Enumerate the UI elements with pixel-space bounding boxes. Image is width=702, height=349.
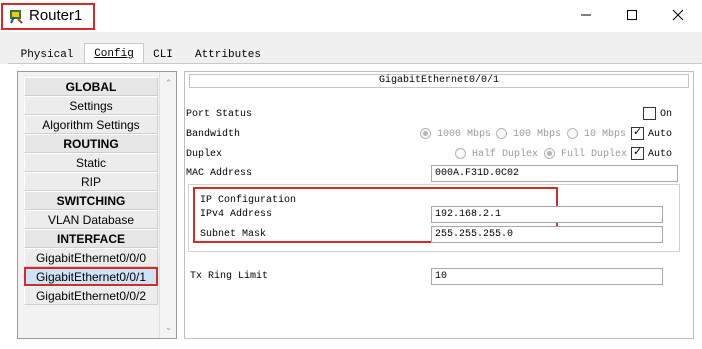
- bandwidth-100-radio[interactable]: [496, 128, 507, 139]
- ipv4-address-field[interactable]: 192.168.2.1: [431, 206, 663, 223]
- tab-strip: Physical Config CLI Attributes: [0, 32, 702, 64]
- ipv4-address-label: IPv4 Address: [200, 209, 273, 220]
- tab-label: Attributes: [194, 49, 261, 61]
- bandwidth-100-label: 100 Mbps: [513, 129, 562, 140]
- minimize-icon: [581, 14, 591, 16]
- subnet-mask-label: Subnet Mask: [200, 229, 267, 240]
- router-app-icon: [10, 10, 23, 24]
- nav-item-vlan-database[interactable]: VLAN Database: [24, 210, 158, 229]
- nav-header-switching: SWITCHING: [24, 191, 158, 210]
- bandwidth-10-radio[interactable]: [567, 128, 578, 139]
- nav-header-routing: ROUTING: [24, 134, 158, 153]
- maximize-icon: [627, 10, 637, 20]
- duplex-half-label: Half Duplex: [472, 149, 539, 160]
- nav-list: GLOBAL Settings Algorithm Settings ROUTI…: [24, 77, 158, 305]
- nav-item-gig-0-0-1[interactable]: GigabitEthernet0/0/1: [24, 267, 158, 286]
- duplex-auto-checkbox[interactable]: ✓: [631, 146, 644, 160]
- duplex-full-label: Full Duplex: [561, 149, 628, 160]
- duplex-label: Duplex: [186, 149, 223, 160]
- close-icon: [672, 9, 684, 21]
- nav-item-gig-0-0-0[interactable]: GigabitEthernet0/0/0: [24, 248, 158, 267]
- tx-ring-limit-label: Tx Ring Limit: [190, 271, 269, 282]
- tab-physical[interactable]: Physical: [16, 46, 78, 64]
- tab-config[interactable]: Config: [84, 43, 144, 64]
- tab-label: Physical: [20, 49, 74, 61]
- port-status-checkbox[interactable]: [643, 107, 656, 120]
- bandwidth-1000-radio[interactable]: [420, 128, 431, 139]
- tab-cli[interactable]: CLI: [148, 46, 178, 64]
- tab-label: Config: [94, 48, 134, 60]
- nav-item-algorithm-settings[interactable]: Algorithm Settings: [24, 115, 158, 134]
- nav-item-rip[interactable]: RIP: [24, 172, 158, 191]
- nav-item-static[interactable]: Static: [24, 153, 158, 172]
- mac-address-field[interactable]: 000A.F31D.0C02: [431, 165, 678, 182]
- ip-config-label: IP Configuration: [200, 195, 297, 206]
- subnet-mask-field[interactable]: 255.255.255.0: [431, 226, 663, 243]
- chevron-up-icon[interactable]: ⌃: [163, 78, 174, 88]
- duplex-auto-label: Auto: [648, 149, 673, 160]
- window-title: Router1: [29, 7, 83, 24]
- port-status-on-label: On: [660, 109, 673, 120]
- minimize-button[interactable]: [563, 0, 609, 30]
- bandwidth-auto-checkbox[interactable]: ✓: [631, 126, 644, 140]
- tab-attributes[interactable]: Attributes: [186, 46, 270, 64]
- close-button[interactable]: [655, 0, 701, 30]
- nav-scrollbar[interactable]: ⌃ ⌄: [159, 72, 176, 338]
- nav-header-interface: INTERFACE: [24, 229, 158, 248]
- bandwidth-auto-label: Auto: [648, 129, 673, 140]
- bandwidth-10-label: 10 Mbps: [584, 129, 627, 140]
- mac-address-label: MAC Address: [186, 168, 253, 179]
- maximize-button[interactable]: [609, 0, 655, 30]
- checkmark-icon: ✓: [633, 146, 643, 158]
- tx-ring-limit-field[interactable]: 10: [431, 268, 663, 285]
- title-bar: Router1: [0, 0, 702, 32]
- panel-title: GigabitEthernet0/0/1: [189, 74, 689, 88]
- port-status-label: Port Status: [186, 109, 253, 120]
- config-nav: GLOBAL Settings Algorithm Settings ROUTI…: [17, 71, 177, 339]
- nav-item-settings[interactable]: Settings: [24, 96, 158, 115]
- bandwidth-1000-label: 1000 Mbps: [437, 129, 492, 140]
- duplex-full-radio[interactable]: [544, 148, 555, 159]
- nav-header-global: GLOBAL: [24, 77, 158, 96]
- bandwidth-label: Bandwidth: [186, 129, 241, 140]
- chevron-down-icon[interactable]: ⌄: [163, 322, 174, 332]
- duplex-half-radio[interactable]: [455, 148, 466, 159]
- nav-item-gig-0-0-2[interactable]: GigabitEthernet0/0/2: [24, 286, 158, 305]
- tab-label: CLI: [153, 49, 173, 61]
- checkmark-icon: ✓: [633, 126, 643, 138]
